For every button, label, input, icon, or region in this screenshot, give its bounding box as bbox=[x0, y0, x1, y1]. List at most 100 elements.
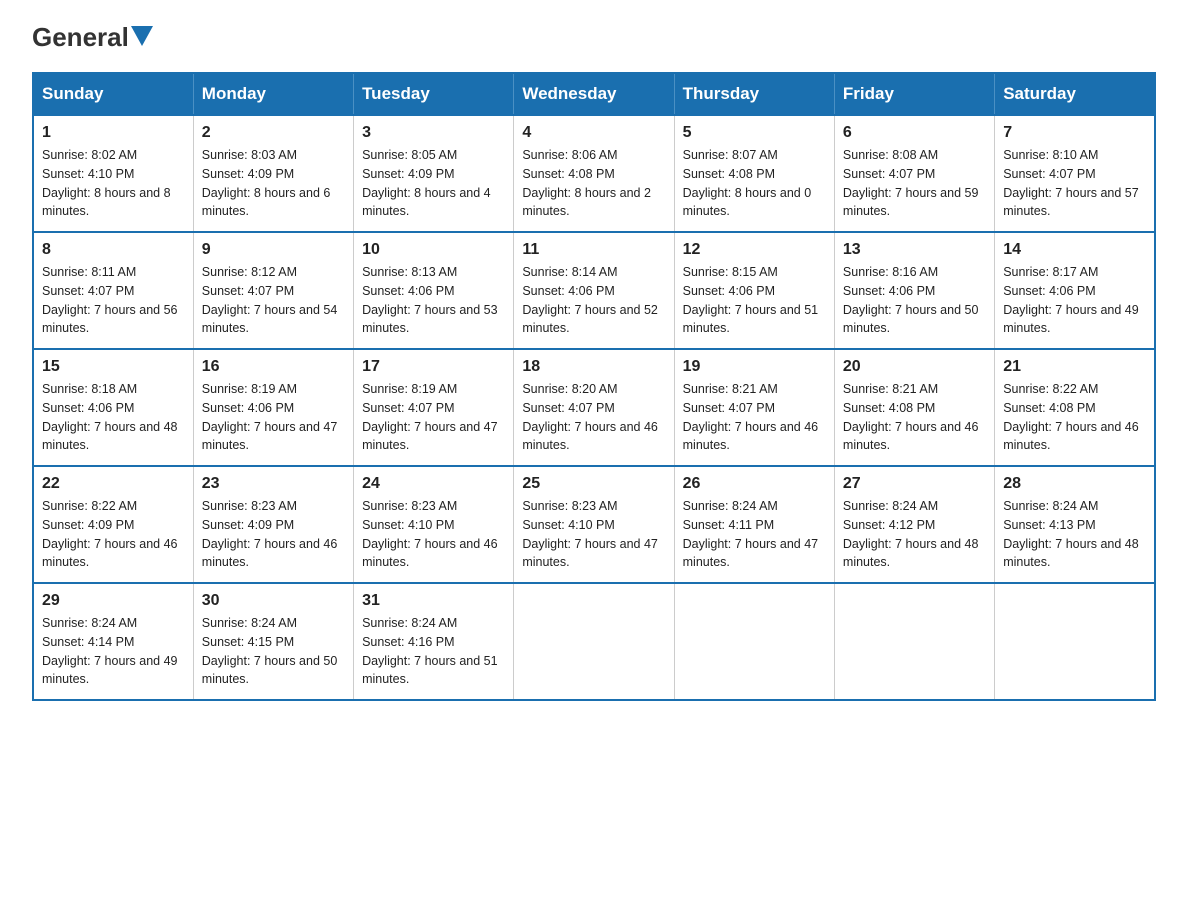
daylight-label: Daylight: bbox=[42, 537, 94, 551]
daylight-label: Daylight: bbox=[362, 303, 414, 317]
sunrise-label: Sunrise: bbox=[202, 382, 251, 396]
calendar-cell: 21 Sunrise: 8:22 AM Sunset: 4:08 PM Dayl… bbox=[995, 349, 1155, 466]
sunrise-label: Sunrise: bbox=[522, 499, 571, 513]
daylight-label: Daylight: bbox=[1003, 537, 1055, 551]
sunset-label: Sunset: bbox=[683, 401, 729, 415]
daylight-label: Daylight: bbox=[42, 654, 94, 668]
sunrise-label: Sunrise: bbox=[42, 499, 91, 513]
day-number: 11 bbox=[522, 241, 665, 259]
calendar-cell: 19 Sunrise: 8:21 AM Sunset: 4:07 PM Dayl… bbox=[674, 349, 834, 466]
day-info: Sunrise: 8:12 AM Sunset: 4:07 PM Dayligh… bbox=[202, 263, 345, 338]
calendar-cell: 25 Sunrise: 8:23 AM Sunset: 4:10 PM Dayl… bbox=[514, 466, 674, 583]
sunset-value: 4:13 PM bbox=[1049, 518, 1096, 532]
sunset-label: Sunset: bbox=[843, 401, 889, 415]
sunrise-value: 8:05 AM bbox=[411, 148, 457, 162]
sunset-label: Sunset: bbox=[683, 284, 729, 298]
sunset-value: 4:06 PM bbox=[408, 284, 455, 298]
sunset-value: 4:09 PM bbox=[408, 167, 455, 181]
sunrise-label: Sunrise: bbox=[42, 265, 91, 279]
calendar-cell bbox=[514, 583, 674, 700]
day-info: Sunrise: 8:06 AM Sunset: 4:08 PM Dayligh… bbox=[522, 146, 665, 221]
sunrise-value: 8:17 AM bbox=[1053, 265, 1099, 279]
sunset-label: Sunset: bbox=[522, 284, 568, 298]
calendar-table: SundayMondayTuesdayWednesdayThursdayFrid… bbox=[32, 72, 1156, 701]
sunset-label: Sunset: bbox=[843, 167, 889, 181]
daylight-label: Daylight: bbox=[362, 420, 414, 434]
day-number: 7 bbox=[1003, 124, 1146, 142]
sunrise-value: 8:24 AM bbox=[91, 616, 137, 630]
sunset-value: 4:07 PM bbox=[248, 284, 295, 298]
daylight-label: Daylight: bbox=[683, 186, 735, 200]
calendar-cell: 18 Sunrise: 8:20 AM Sunset: 4:07 PM Dayl… bbox=[514, 349, 674, 466]
day-info: Sunrise: 8:02 AM Sunset: 4:10 PM Dayligh… bbox=[42, 146, 185, 221]
sunrise-value: 8:23 AM bbox=[411, 499, 457, 513]
sunrise-value: 8:10 AM bbox=[1053, 148, 1099, 162]
sunset-label: Sunset: bbox=[683, 518, 729, 532]
daylight-label: Daylight: bbox=[42, 420, 94, 434]
day-info: Sunrise: 8:23 AM Sunset: 4:10 PM Dayligh… bbox=[522, 497, 665, 572]
daylight-label: Daylight: bbox=[843, 186, 895, 200]
sunset-value: 4:09 PM bbox=[88, 518, 135, 532]
sunrise-label: Sunrise: bbox=[202, 265, 251, 279]
sunset-label: Sunset: bbox=[42, 401, 88, 415]
sunset-value: 4:11 PM bbox=[729, 518, 775, 532]
sunset-label: Sunset: bbox=[202, 518, 248, 532]
sunset-value: 4:09 PM bbox=[248, 167, 295, 181]
sunrise-label: Sunrise: bbox=[362, 616, 411, 630]
daylight-label: Daylight: bbox=[683, 537, 735, 551]
sunrise-label: Sunrise: bbox=[843, 148, 892, 162]
sunrise-label: Sunrise: bbox=[202, 148, 251, 162]
sunset-value: 4:16 PM bbox=[408, 635, 455, 649]
sunrise-value: 8:11 AM bbox=[91, 265, 136, 279]
calendar-cell: 3 Sunrise: 8:05 AM Sunset: 4:09 PM Dayli… bbox=[354, 115, 514, 232]
sunset-value: 4:08 PM bbox=[1049, 401, 1096, 415]
calendar-week-2: 8 Sunrise: 8:11 AM Sunset: 4:07 PM Dayli… bbox=[33, 232, 1155, 349]
day-number: 22 bbox=[42, 475, 185, 493]
calendar-cell: 6 Sunrise: 8:08 AM Sunset: 4:07 PM Dayli… bbox=[834, 115, 994, 232]
sunrise-label: Sunrise: bbox=[362, 148, 411, 162]
sunrise-label: Sunrise: bbox=[522, 265, 571, 279]
sunset-label: Sunset: bbox=[42, 518, 88, 532]
calendar-cell: 31 Sunrise: 8:24 AM Sunset: 4:16 PM Dayl… bbox=[354, 583, 514, 700]
day-info: Sunrise: 8:22 AM Sunset: 4:09 PM Dayligh… bbox=[42, 497, 185, 572]
day-info: Sunrise: 8:08 AM Sunset: 4:07 PM Dayligh… bbox=[843, 146, 986, 221]
day-info: Sunrise: 8:05 AM Sunset: 4:09 PM Dayligh… bbox=[362, 146, 505, 221]
sunrise-label: Sunrise: bbox=[202, 616, 251, 630]
calendar-cell: 15 Sunrise: 8:18 AM Sunset: 4:06 PM Dayl… bbox=[33, 349, 193, 466]
day-number: 10 bbox=[362, 241, 505, 259]
sunrise-label: Sunrise: bbox=[683, 148, 732, 162]
daylight-label: Daylight: bbox=[522, 186, 574, 200]
day-info: Sunrise: 8:21 AM Sunset: 4:08 PM Dayligh… bbox=[843, 380, 986, 455]
sunrise-value: 8:13 AM bbox=[411, 265, 457, 279]
day-info: Sunrise: 8:22 AM Sunset: 4:08 PM Dayligh… bbox=[1003, 380, 1146, 455]
day-number: 12 bbox=[683, 241, 826, 259]
daylight-label: Daylight: bbox=[522, 420, 574, 434]
day-info: Sunrise: 8:24 AM Sunset: 4:16 PM Dayligh… bbox=[362, 614, 505, 689]
sunset-value: 4:15 PM bbox=[248, 635, 295, 649]
daylight-label: Daylight: bbox=[843, 303, 895, 317]
sunrise-value: 8:16 AM bbox=[892, 265, 938, 279]
day-info: Sunrise: 8:21 AM Sunset: 4:07 PM Dayligh… bbox=[683, 380, 826, 455]
calendar-cell: 10 Sunrise: 8:13 AM Sunset: 4:06 PM Dayl… bbox=[354, 232, 514, 349]
day-info: Sunrise: 8:07 AM Sunset: 4:08 PM Dayligh… bbox=[683, 146, 826, 221]
sunrise-label: Sunrise: bbox=[683, 382, 732, 396]
day-info: Sunrise: 8:20 AM Sunset: 4:07 PM Dayligh… bbox=[522, 380, 665, 455]
sunset-label: Sunset: bbox=[522, 518, 568, 532]
sunrise-label: Sunrise: bbox=[42, 148, 91, 162]
daylight-label: Daylight: bbox=[843, 420, 895, 434]
calendar-cell: 26 Sunrise: 8:24 AM Sunset: 4:11 PM Dayl… bbox=[674, 466, 834, 583]
calendar-cell: 7 Sunrise: 8:10 AM Sunset: 4:07 PM Dayli… bbox=[995, 115, 1155, 232]
sunrise-value: 8:24 AM bbox=[411, 616, 457, 630]
day-info: Sunrise: 8:24 AM Sunset: 4:11 PM Dayligh… bbox=[683, 497, 826, 572]
sunset-label: Sunset: bbox=[362, 167, 408, 181]
sunset-value: 4:07 PM bbox=[88, 284, 135, 298]
day-number: 29 bbox=[42, 592, 185, 610]
sunset-label: Sunset: bbox=[362, 401, 408, 415]
sunset-label: Sunset: bbox=[1003, 518, 1049, 532]
sunset-label: Sunset: bbox=[1003, 401, 1049, 415]
sunrise-value: 8:02 AM bbox=[91, 148, 137, 162]
sunset-value: 4:06 PM bbox=[568, 284, 615, 298]
day-number: 23 bbox=[202, 475, 345, 493]
sunrise-label: Sunrise: bbox=[362, 265, 411, 279]
sunrise-label: Sunrise: bbox=[522, 148, 571, 162]
